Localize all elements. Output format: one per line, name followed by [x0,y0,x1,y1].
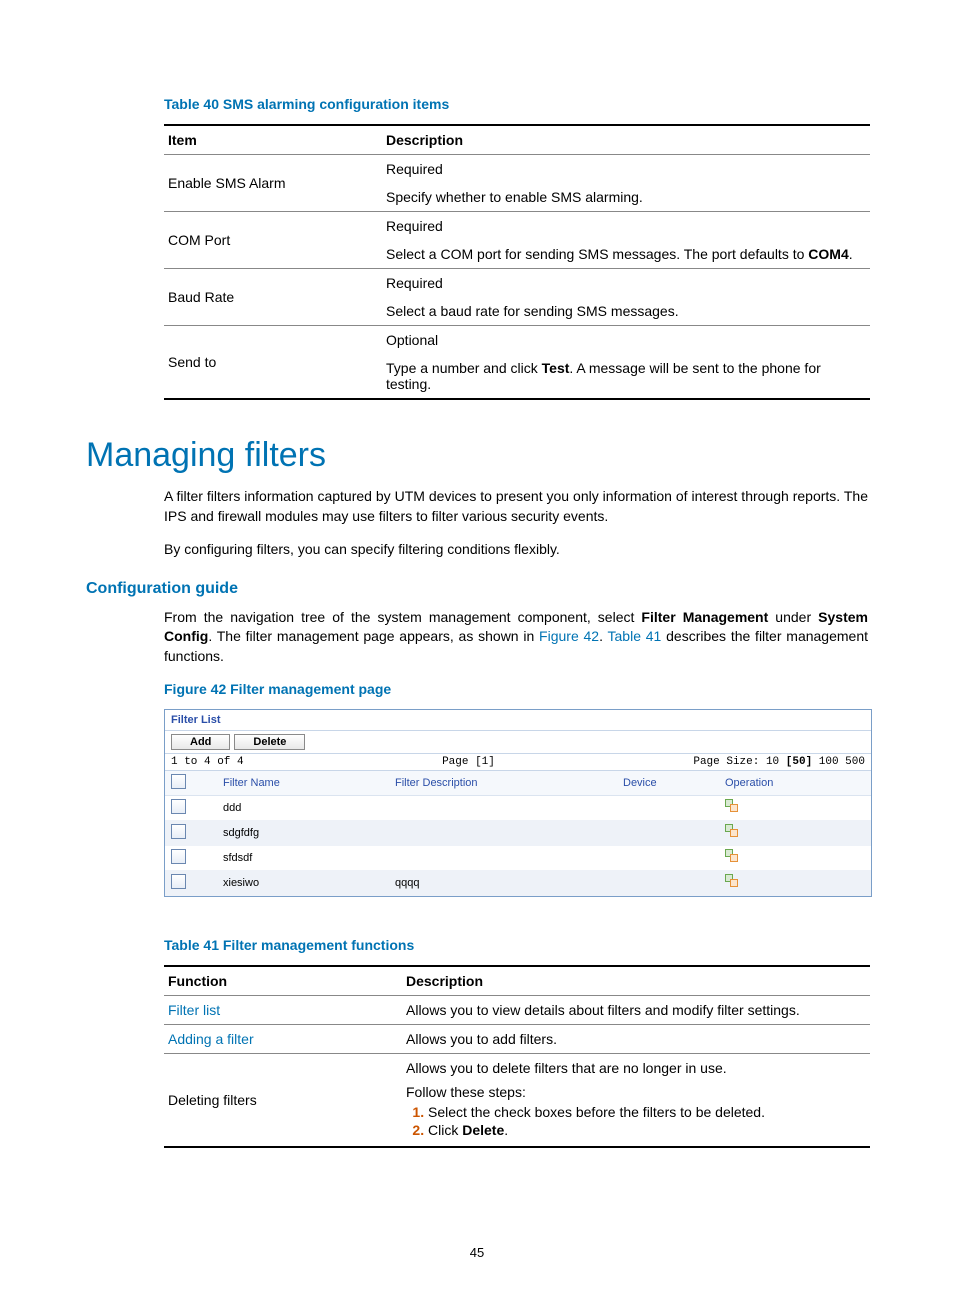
row-checkbox[interactable] [171,849,186,864]
edit-icon[interactable] [725,799,739,813]
section-para2: By configuring filters, you can specify … [164,540,868,560]
step2: Click Delete. [428,1122,866,1138]
t40-r1-item: COM Port [164,212,382,269]
col-device[interactable]: Device [617,771,719,796]
table41: Function Description Filter list Allows … [164,965,870,1148]
t40-r3-l1: Optional [382,326,870,355]
cell-name[interactable]: sdgfdfg [217,820,389,845]
t40-r1-l2: Select a COM port for sending SMS messag… [382,240,870,269]
figure42-caption: Figure 42 Filter management page [164,681,868,697]
table-row: sfdsdf [165,845,871,870]
t40-r1-l1: Required [382,212,870,241]
pager-count: 1 to 4 of 4 [171,756,244,768]
edit-icon[interactable] [725,874,739,888]
table40: Item Description Enable SMS Alarm Requir… [164,124,870,400]
filter-list-link[interactable]: Filter list [168,1002,220,1018]
section-title: Managing filters [86,436,868,475]
cell-desc: qqqq [389,870,617,895]
t41-r3-d: Allows you to delete filters that are no… [402,1053,870,1147]
delete-button[interactable]: Delete [234,734,305,750]
t40-h1: Item [164,125,382,155]
col-filter-desc[interactable]: Filter Description [389,771,617,796]
t40-r3-item: Send to [164,326,382,400]
edit-icon[interactable] [725,849,739,863]
t41-h2: Description [402,966,870,996]
step1: Select the check boxes before the filter… [428,1104,866,1120]
table40-caption: Table 40 SMS alarming configuration item… [164,96,868,112]
section-para1: A filter filters information captured by… [164,487,868,526]
cell-desc [389,845,617,870]
table-row: sdgfdfg [165,820,871,845]
cell-name[interactable]: ddd [217,795,389,820]
table41-link[interactable]: Table 41 [608,628,662,644]
col-operation[interactable]: Operation [719,771,871,796]
t41-r2-d: Allows you to add filters. [402,1024,870,1053]
t40-r0-l2: Specify whether to enable SMS alarming. [382,183,870,212]
t41-h1: Function [164,966,402,996]
t40-r0-item: Enable SMS Alarm [164,155,382,212]
t41-r3-f: Deleting filters [164,1053,402,1147]
t40-r2-item: Baud Rate [164,269,382,326]
row-checkbox[interactable] [171,799,186,814]
row-checkbox[interactable] [171,874,186,889]
select-all-checkbox[interactable] [171,774,186,789]
config-guide-heading: Configuration guide [86,580,868,598]
t40-r3-l2: Type a number and click Test. A message … [382,354,870,399]
cell-desc [389,820,617,845]
cell-name[interactable]: sfdsdf [217,845,389,870]
row-checkbox[interactable] [171,824,186,839]
table41-caption: Table 41 Filter management functions [164,937,868,953]
edit-icon[interactable] [725,824,739,838]
adding-filter-link[interactable]: Adding a filter [168,1031,254,1047]
t40-h2: Description [382,125,870,155]
config-guide-para: From the navigation tree of the system m… [164,608,868,667]
t40-r0-l1: Required [382,155,870,184]
figure42-link[interactable]: Figure 42 [539,628,599,644]
pager-page: Page [1] [442,756,495,768]
cell-name[interactable]: xiesiwo [217,870,389,895]
filter-grid: Filter Name Filter Description Device Op… [165,771,871,896]
table-row: xiesiwo qqqq [165,870,871,895]
add-button[interactable]: Add [171,734,230,750]
filter-list-panel: Filter List Add Delete 1 to 4 of 4 Page … [164,709,872,897]
t41-r1-d: Allows you to view details about filters… [402,995,870,1024]
filter-list-title: Filter List [165,710,871,731]
cell-desc [389,795,617,820]
t40-r2-l1: Required [382,269,870,298]
table-row: ddd [165,795,871,820]
col-filter-name[interactable]: Filter Name [217,771,389,796]
page-number: 45 [0,1245,954,1260]
t40-r2-l2: Select a baud rate for sending SMS messa… [382,297,870,326]
pager-size[interactable]: Page Size: 10 [50] 100 500 [693,756,865,768]
